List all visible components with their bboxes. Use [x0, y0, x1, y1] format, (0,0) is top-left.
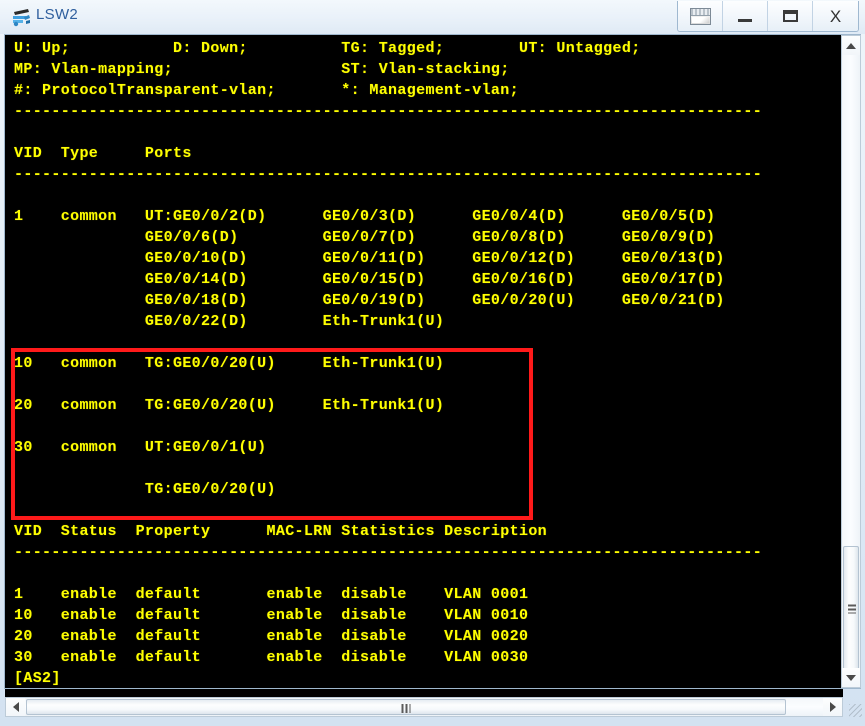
- separator-1: ----------------------------------------…: [14, 103, 763, 120]
- separator-3: ----------------------------------------…: [14, 544, 763, 561]
- horizontal-scrollbar[interactable]: [5, 697, 843, 717]
- chevron-down-icon: [846, 674, 856, 681]
- chevron-left-icon: [12, 702, 19, 712]
- scroll-left-button[interactable]: [6, 698, 25, 716]
- minimize-icon: [738, 18, 752, 22]
- window-title-bar: LSW2 X: [0, 0, 865, 34]
- status-row: 1 enable default enable disable VLAN 000…: [14, 586, 529, 603]
- terminal-output-area[interactable]: U: Up; D: Down; TG: Tagged; UT: Untagged…: [5, 35, 838, 688]
- console-bottom-filler: [5, 689, 843, 697]
- maximize-button[interactable]: [768, 1, 813, 31]
- legend-line-2: MP: Vlan-mapping; ST: Vlan-stacking;: [14, 61, 510, 78]
- ports-table-header: VID Type Ports: [14, 145, 192, 162]
- scroll-up-button[interactable]: [842, 36, 860, 55]
- terminal-window: LSW2 X U: Up; D: Down; TG: Tagged; UT: U…: [0, 0, 865, 726]
- separator-2: ----------------------------------------…: [14, 166, 763, 183]
- ports-row: GE0/0/22(D) Eth-Trunk1(U): [14, 313, 445, 330]
- command-prompt: [AS2]: [14, 670, 61, 687]
- window-title: LSW2: [36, 6, 79, 23]
- ports-row: GE0/0/18(D) GE0/0/19(D) GE0/0/20(U) GE0/…: [14, 292, 725, 309]
- ports-row: GE0/0/10(D) GE0/0/11(D) GE0/0/12(D) GE0/…: [14, 250, 725, 267]
- scroll-right-button[interactable]: [823, 698, 842, 716]
- highlighted-ports-row: 30 common UT:GE0/0/1(U): [14, 439, 267, 456]
- terminal-text: U: Up; D: Down; TG: Tagged; UT: Untagged…: [14, 38, 762, 688]
- restore-layout-button[interactable]: [678, 1, 723, 31]
- status-row: 20 enable default enable disable VLAN 00…: [14, 628, 529, 645]
- highlighted-ports-row: TG:GE0/0/20(U): [14, 481, 276, 498]
- legend-line-1: U: Up; D: Down; TG: Tagged; UT: Untagged…: [14, 40, 641, 57]
- grip-icon: [848, 604, 856, 613]
- status-table-header: VID Status Property MAC-LRN Statistics D…: [14, 523, 548, 540]
- highlighted-ports-row: 10 common TG:GE0/0/20(U) Eth-Trunk1(U): [14, 355, 445, 372]
- window-resize-grip[interactable]: [849, 704, 862, 717]
- ports-row: GE0/0/6(D) GE0/0/7(D) GE0/0/8(D) GE0/0/9…: [14, 229, 716, 246]
- status-row: 30 enable default enable disable VLAN 00…: [14, 649, 529, 666]
- ports-row: 1 common UT:GE0/0/2(D) GE0/0/3(D) GE0/0/…: [14, 208, 716, 225]
- chevron-up-icon: [846, 42, 856, 49]
- scroll-down-button[interactable]: [842, 668, 860, 687]
- restore-layout-icon: [689, 7, 711, 25]
- minimize-button[interactable]: [723, 1, 768, 31]
- horizontal-scrollbar-thumb[interactable]: [26, 699, 786, 715]
- close-button[interactable]: X: [813, 1, 858, 31]
- switch-device-icon: [10, 5, 34, 29]
- ports-row: GE0/0/14(D) GE0/0/15(D) GE0/0/16(D) GE0/…: [14, 271, 725, 288]
- highlighted-ports-row: 20 common TG:GE0/0/20(U) Eth-Trunk1(U): [14, 397, 445, 414]
- vertical-scrollbar[interactable]: [841, 35, 861, 688]
- maximize-icon: [782, 10, 798, 22]
- status-row: 10 enable default enable disable VLAN 00…: [14, 607, 529, 624]
- chevron-right-icon: [829, 702, 836, 712]
- vertical-scrollbar-thumb[interactable]: [843, 546, 859, 671]
- close-icon: X: [829, 6, 842, 26]
- window-controls: X: [677, 1, 859, 32]
- legend-line-3: #: ProtocolTransparent-vlan; *: Manageme…: [14, 82, 519, 99]
- grip-icon: [401, 704, 411, 713]
